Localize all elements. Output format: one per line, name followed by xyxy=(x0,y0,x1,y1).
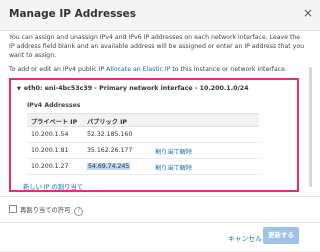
private-ip: 10.200.1.27 xyxy=(31,163,69,170)
public-ip: 35.162.26.177 xyxy=(87,147,133,154)
unassign-link[interactable]: 割り当て解除 xyxy=(155,147,192,156)
intro-text: You can assign and unassign IPv4 and IPv… xyxy=(9,34,305,60)
public-ip-selected: 54.69.74.245 xyxy=(87,163,131,170)
interface-title: eth0: eni-4bc53c39 - Primary network int… xyxy=(23,85,249,92)
public-ip: 52.32.185.160 xyxy=(87,131,133,138)
update-button[interactable]: 更新する xyxy=(263,227,299,244)
divider xyxy=(0,196,320,197)
table-row: 10.200.1.54 52.32.185.160 xyxy=(27,127,259,143)
cancel-button[interactable]: キャンセル xyxy=(228,233,262,243)
ip-table: プライベート IP パブリック IP 10.200.1.54 52.32.185… xyxy=(27,113,259,175)
public-ip-prefix: To add or edit an IPv4 public IP xyxy=(9,66,107,73)
close-icon[interactable]: × xyxy=(303,6,313,20)
private-ip: 10.200.1.54 xyxy=(31,131,69,138)
scrollbar[interactable] xyxy=(309,67,312,187)
dialog-footer: キャンセル 更新する xyxy=(0,222,320,252)
reassign-option[interactable]: 再割り当ての許可 i xyxy=(9,205,84,216)
network-interface-panel: ▼ eth0: eni-4bc53c39 - Primary network in… xyxy=(9,78,299,192)
collapse-triangle-icon[interactable]: ▼ xyxy=(17,86,21,92)
interface-header[interactable]: ▼ eth0: eni-4bc53c39 - Primary network in… xyxy=(17,85,249,92)
reassign-checkbox[interactable] xyxy=(9,205,17,213)
allocate-elastic-ip-link[interactable]: Allocate an Elastic IP xyxy=(106,66,170,73)
public-ip-suffix: to this instance or network interface. xyxy=(170,66,287,73)
column-private-ip: プライベート IP xyxy=(31,119,78,126)
private-ip: 10.200.1.81 xyxy=(31,147,69,154)
unassign-link[interactable]: 割り当て解除 xyxy=(155,163,192,172)
info-icon[interactable]: i xyxy=(74,207,84,216)
assign-new-ip-link[interactable]: 新しい IP の割り当て xyxy=(23,182,83,191)
column-public-ip: パブリック IP xyxy=(87,119,127,126)
ipv4-subheading: IPv4 Addresses xyxy=(27,102,81,109)
table-header: プライベート IP パブリック IP xyxy=(27,113,259,127)
dialog-header: Manage IP Addresses × xyxy=(0,0,320,31)
reassign-label: 再割り当ての許可 xyxy=(20,207,71,214)
table-row: 10.200.1.27 54.69.74.245 割り当て解除 xyxy=(27,159,259,175)
table-row: 10.200.1.81 35.162.26.177 割り当て解除 xyxy=(27,143,259,159)
dialog-title: Manage IP Addresses xyxy=(9,8,136,20)
manage-ip-dialog: Manage IP Addresses × You can assign and… xyxy=(0,0,320,251)
public-ip-text: To add or edit an IPv4 public IP Allocat… xyxy=(9,66,305,73)
